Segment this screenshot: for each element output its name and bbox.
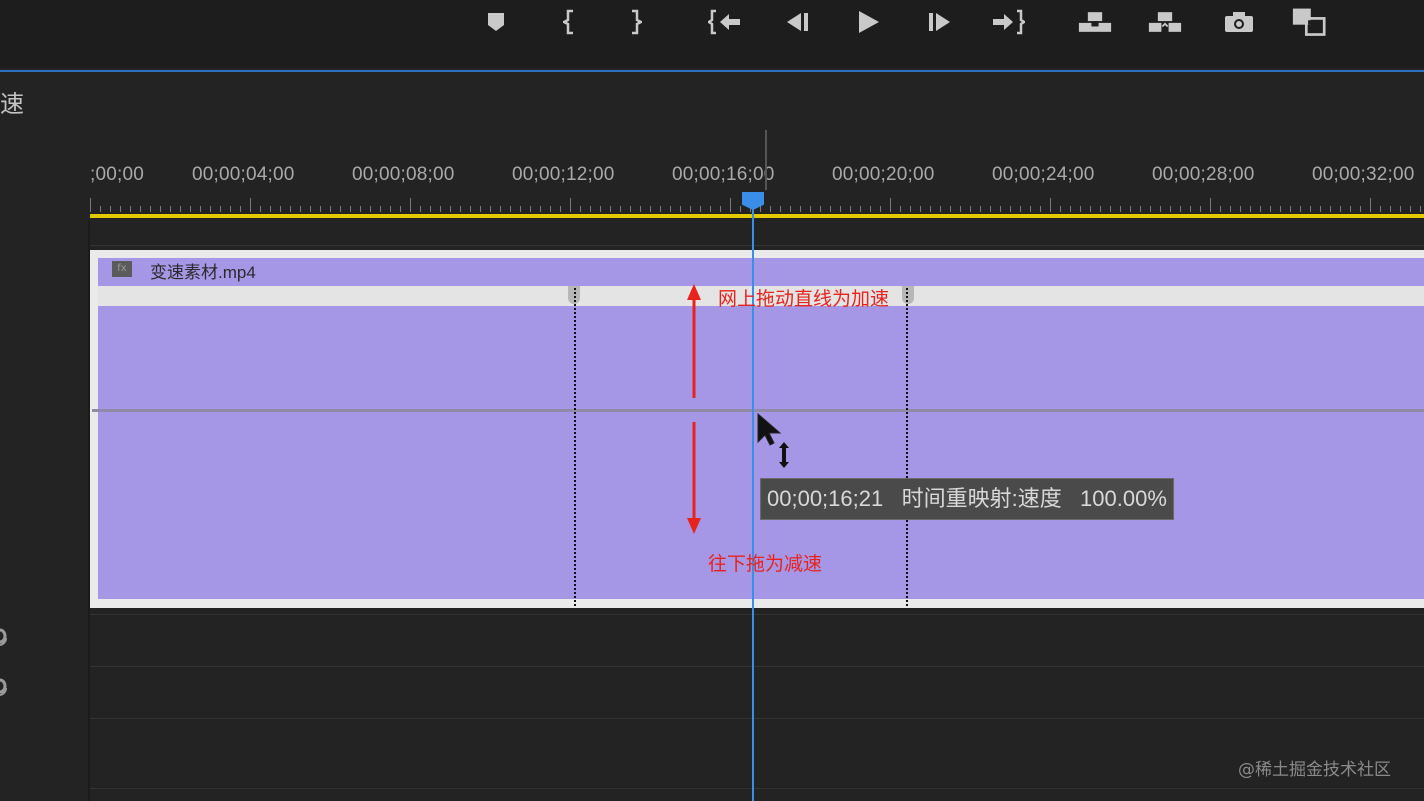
arrow-up-icon <box>687 284 701 300</box>
add-marker-icon[interactable] <box>479 8 513 36</box>
comparison-view-icon[interactable] <box>1292 8 1326 36</box>
fx-badge-icon[interactable]: fx <box>112 261 132 277</box>
tooltip-timecode: 00;00;16;21 <box>767 486 884 511</box>
go-to-in-icon[interactable] <box>708 8 742 36</box>
track-divider <box>90 245 1424 246</box>
clip-name: 变速素材.mp4 <box>150 263 256 282</box>
track-divider <box>90 788 1424 789</box>
microphone-icon[interactable] <box>0 626 10 660</box>
speed-keyframe-marker <box>574 288 576 606</box>
track-divider <box>90 614 1424 615</box>
ruler-timecode: 00;00;32;00 <box>1312 164 1415 185</box>
speed-tooltip: 00;00;16;21 时间重映射:速度 100.00% <box>760 478 1174 520</box>
play-icon[interactable] <box>851 8 885 36</box>
step-forward-icon[interactable] <box>923 8 957 36</box>
export-frame-icon[interactable] <box>1222 8 1256 36</box>
speed-keyframe-marker <box>906 288 908 606</box>
ruler-timecode: 00;00;20;00 <box>832 164 935 185</box>
track-divider <box>90 666 1424 667</box>
ruler-timecode: 00;00;16;00 <box>672 164 775 185</box>
ruler-timecode: ;00;00 <box>90 164 145 185</box>
track-divider <box>90 718 1424 719</box>
lift-icon[interactable] <box>1078 8 1112 36</box>
ruler-timecode: 00;00;12;00 <box>512 164 615 185</box>
tooltip-property: 时间重映射:速度 <box>901 486 1062 511</box>
mouse-cursor-icon <box>757 412 789 468</box>
ruler-center-marker <box>765 130 767 190</box>
speed-keyframe-handle[interactable] <box>902 286 914 304</box>
watermark: @稀土掘金技术社区 <box>1238 760 1391 780</box>
work-area-bar[interactable] <box>90 214 1424 218</box>
step-back-icon[interactable] <box>780 8 814 36</box>
panel-focus-border <box>0 70 1424 72</box>
track-headers <box>0 220 90 801</box>
ruler-timecode: 00;00;28;00 <box>1152 164 1255 185</box>
mark-in-icon[interactable] <box>553 8 587 36</box>
annotation-arrows <box>687 284 701 534</box>
arrow-down-icon <box>687 518 701 534</box>
ruler-timecode: 00;00;24;00 <box>992 164 1095 185</box>
annotation-slow-down: 往下拖为减速 <box>708 553 823 575</box>
time-ruler[interactable]: ;00;00 00;00;04;00 00;00;08;00 00;00;12;… <box>90 150 1424 220</box>
panel-title: 速 <box>0 90 24 118</box>
annotation-speed-up: 网上拖动直线为加速 <box>718 288 890 310</box>
extract-icon[interactable] <box>1148 8 1182 36</box>
tooltip-value: 100.00% <box>1080 486 1167 511</box>
ruler-timecode: 00;00;04;00 <box>192 164 295 185</box>
clip-header <box>98 258 1424 286</box>
ruler-timecode: 00;00;08;00 <box>352 164 455 185</box>
go-to-out-icon[interactable] <box>991 8 1025 36</box>
mark-out-icon[interactable] <box>618 8 652 36</box>
transport-toolbar <box>0 0 1424 68</box>
microphone-icon[interactable] <box>0 676 10 710</box>
